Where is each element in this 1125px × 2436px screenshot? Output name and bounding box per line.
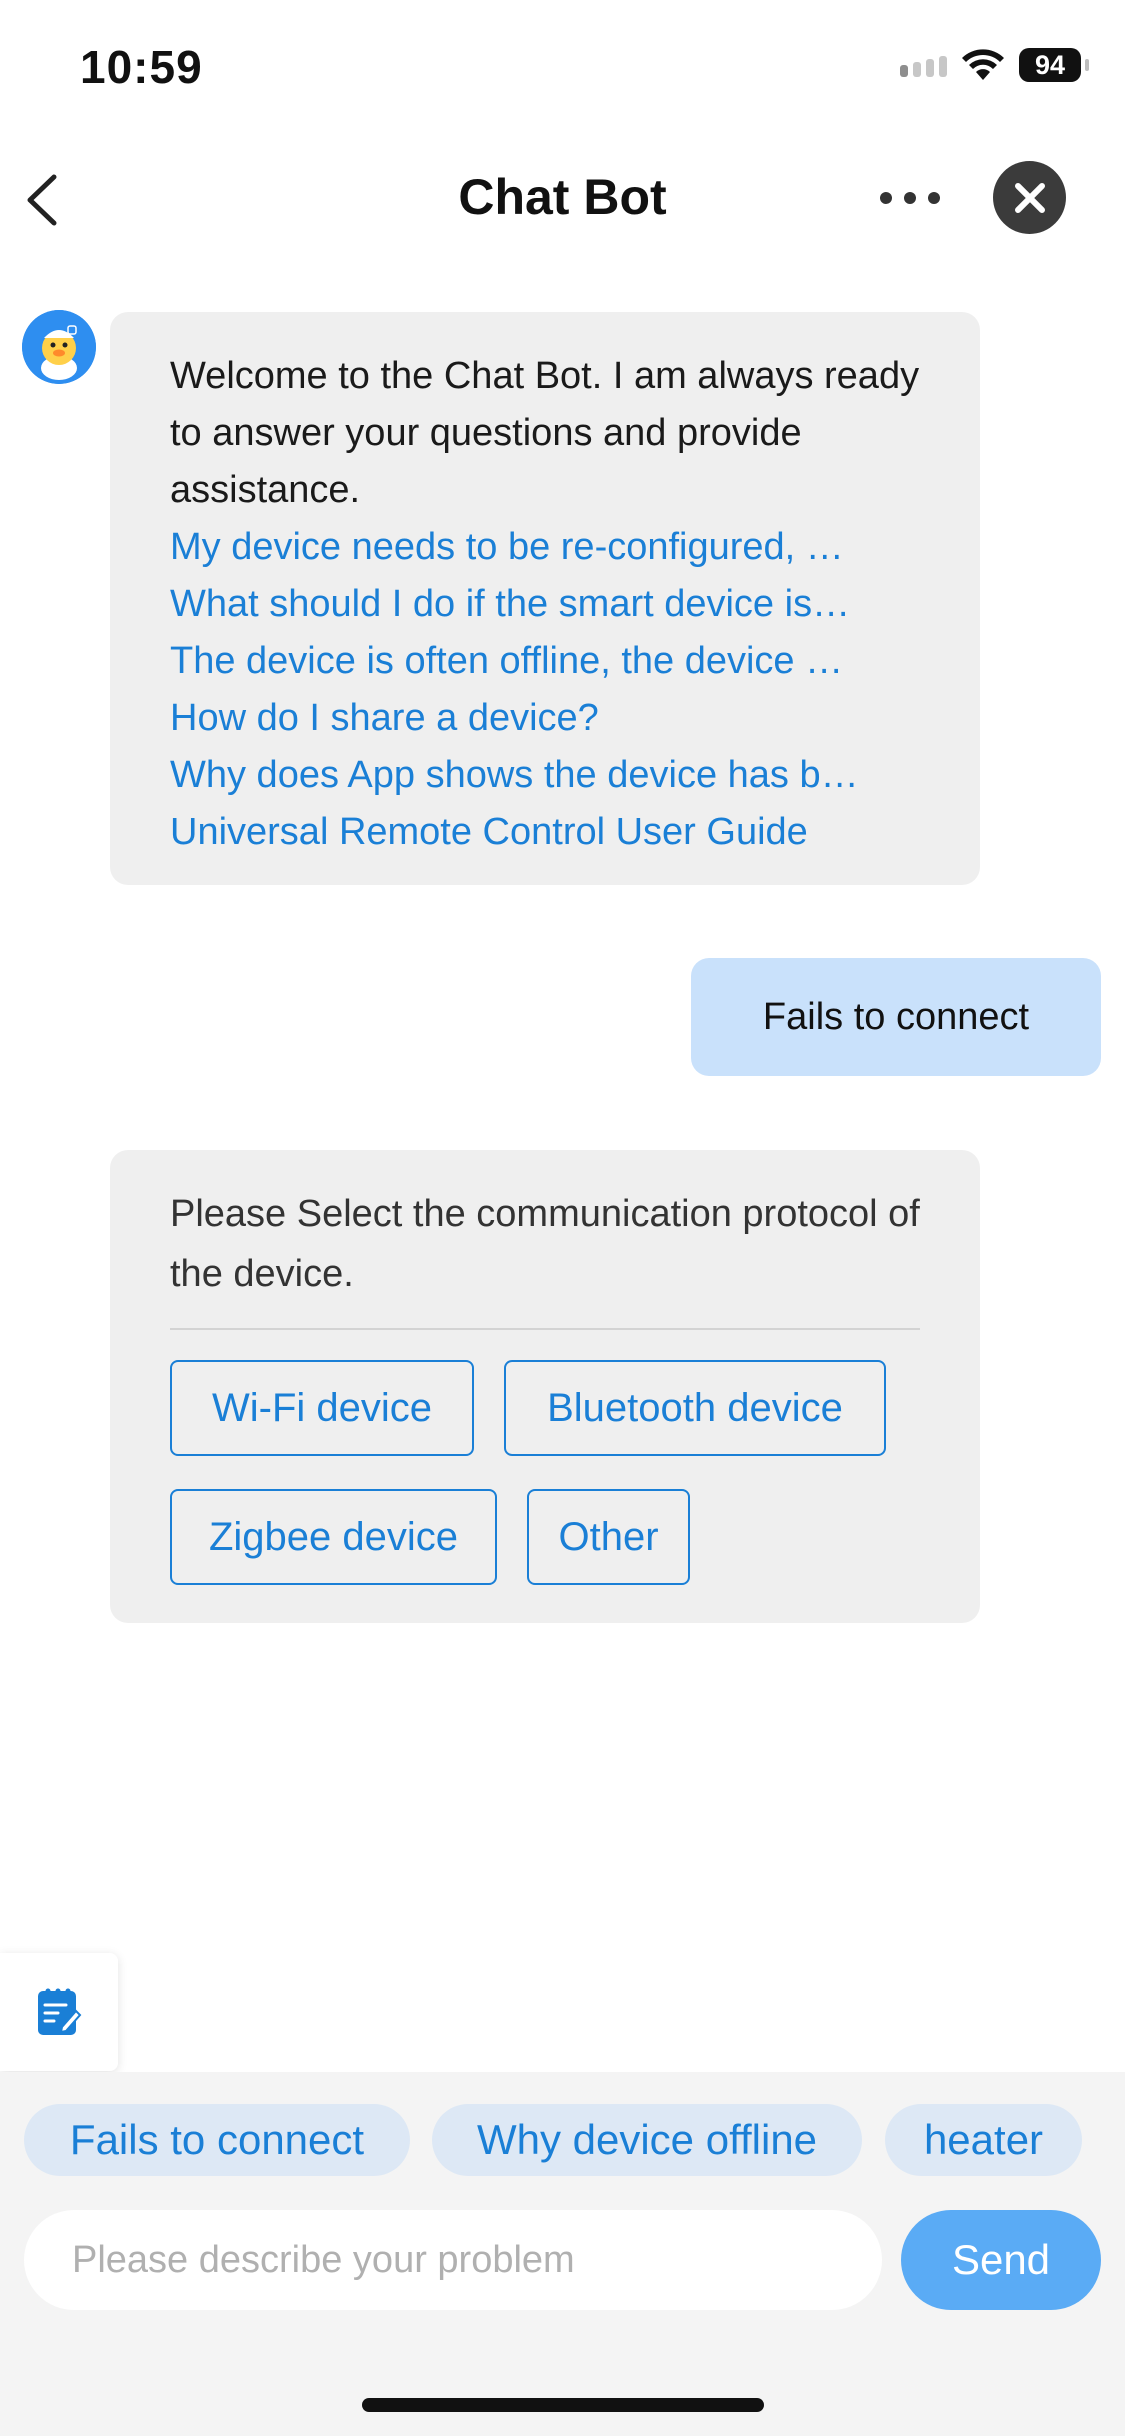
quick-reply-fails-to-connect[interactable]: Fails to connect [24,2104,410,2176]
edit-note-icon [38,1988,82,2035]
more-options-button[interactable] [880,180,940,216]
close-button[interactable] [993,161,1066,234]
status-indicators: 94 [900,48,1089,82]
faq-link-list: My device needs to be re-configured, … W… [170,519,920,861]
bot-message-protocol: Please Select the communication protocol… [110,1150,980,1623]
bot-avatar [22,310,96,384]
more-horizontal-icon [880,192,892,204]
wifi-device-button[interactable]: Wi-Fi device [170,1360,474,1456]
chat-screen: 10:59 94 Chat Bot Welcome to the Chat Bo… [0,0,1125,2436]
protocol-prompt-text: Please Select the communication protocol… [170,1193,920,1295]
bluetooth-device-button[interactable]: Bluetooth device [504,1360,886,1456]
divider [170,1328,920,1330]
wifi-icon [962,49,1004,80]
other-button[interactable]: Other [527,1489,690,1585]
user-message: Fails to connect [691,958,1101,1076]
faq-link[interactable]: The device is often offline, the device … [170,633,920,690]
welcome-text: Welcome to the Chat Bot. I am always rea… [170,355,920,511]
zigbee-device-button[interactable]: Zigbee device [170,1489,497,1585]
quick-reply-why-device-offline[interactable]: Why device offline [432,2104,862,2176]
close-icon [1014,182,1045,213]
feedback-button[interactable] [0,1953,118,2071]
faq-link[interactable]: Why does App shows the device has b… [170,747,920,804]
faq-link[interactable]: How do I share a device? [170,690,920,747]
cellular-signal-icon [900,53,947,77]
faq-link[interactable]: Universal Remote Control User Guide [170,804,920,861]
battery-icon: 94 [1019,48,1089,82]
page-title: Chat Bot [458,169,667,225]
quick-reply-heater[interactable]: heater [885,2104,1082,2176]
message-input[interactable] [24,2210,882,2310]
duck-mascot-icon [22,310,96,384]
send-button[interactable]: Send [901,2210,1101,2310]
faq-link[interactable]: What should I do if the smart device is… [170,576,920,633]
home-indicator [362,2398,764,2412]
message-input-container [24,2210,882,2310]
bot-message-welcome: Welcome to the Chat Bot. I am always rea… [110,312,980,885]
protocol-options: Wi-Fi device Bluetooth device Zigbee dev… [170,1360,920,1600]
status-time: 10:59 [80,41,203,93]
faq-link[interactable]: My device needs to be re-configured, … [170,519,920,576]
